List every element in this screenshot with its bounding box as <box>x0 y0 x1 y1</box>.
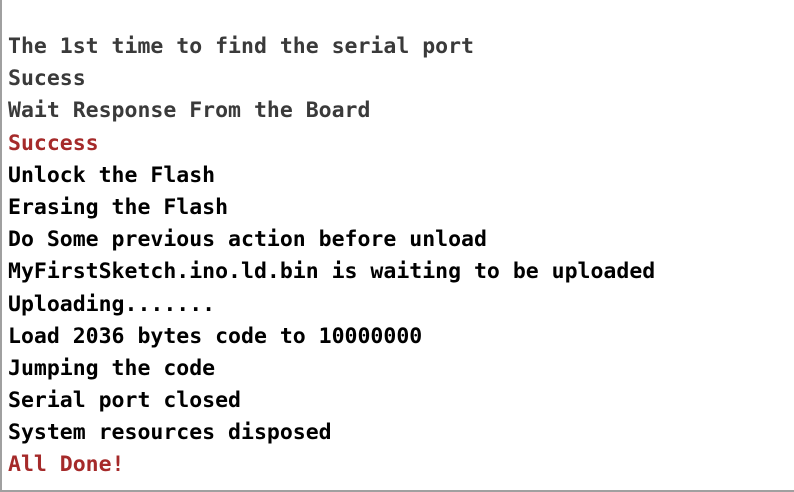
log-line-waiting-upload: MyFirstSketch.ino.ld.bin is waiting to b… <box>8 259 656 285</box>
log-line-all-done: All Done! <box>8 452 125 478</box>
log-line-load-bytes: Load 2036 bytes code to 10000000 <box>8 323 423 349</box>
log-line-success: Success <box>8 130 99 156</box>
log-line-wait-response: Wait Response From the Board <box>8 98 371 124</box>
log-line-uploading: Uploading....... <box>8 291 216 317</box>
console-output-panel[interactable]: The 1st time to find the serial port Suc… <box>0 0 794 492</box>
log-line-port-closed: Serial port closed <box>8 388 241 414</box>
log-line-resources-disposed: System resources disposed <box>8 420 332 446</box>
log-line-sucess: Sucess <box>8 66 86 92</box>
log-line-jumping-code: Jumping the code <box>8 355 216 381</box>
log-lines: The 1st time to find the serial port Suc… <box>8 31 655 482</box>
log-line-erasing-flash: Erasing the Flash <box>8 194 229 220</box>
log-line-find-port: The 1st time to find the serial port <box>8 34 474 59</box>
log-line-previous-action: Do Some previous action before unload <box>8 227 487 253</box>
log-line-unlock-flash: Unlock the Flash <box>8 162 216 188</box>
